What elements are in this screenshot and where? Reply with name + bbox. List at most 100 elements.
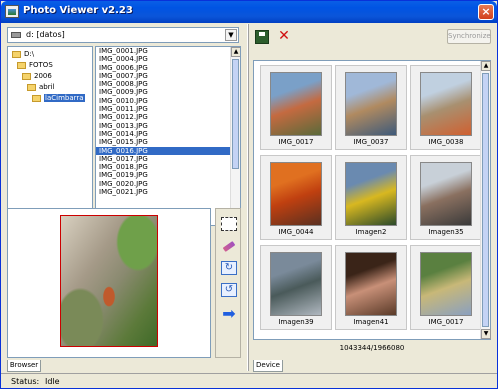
file-list-item[interactable]: IMG_0016.JPG [96, 146, 231, 155]
file-list-item[interactable]: IMG_0011.JPG [96, 105, 231, 113]
tab-browser[interactable]: Browser [7, 360, 41, 372]
folder-icon [32, 94, 41, 102]
thumbnail-label: IMG_0044 [278, 228, 314, 236]
thumbnail-image [345, 162, 397, 226]
tree-item[interactable]: 2006 [22, 72, 52, 82]
thumbnail-label: Imagen35 [428, 228, 464, 236]
thumbnail-image [270, 72, 322, 136]
file-list-item[interactable]: IMG_0012.JPG [96, 113, 231, 121]
close-icon: × [481, 5, 491, 18]
thumbnail-image [270, 162, 322, 226]
thumbnail-card[interactable]: IMG_0037 [335, 65, 407, 150]
thumbnail-label: IMG_0017 [278, 138, 314, 146]
folder-icon [27, 83, 36, 91]
file-list-item[interactable]: IMG_0018.JPG [96, 163, 231, 171]
photo-viewer-app-icon [5, 5, 19, 18]
thumbnail-card[interactable]: Imagen39 [260, 245, 332, 330]
photo-preview-area [7, 208, 211, 358]
folder-icon [22, 72, 31, 80]
tree-item[interactable]: abril [27, 83, 55, 93]
thumbnail-label: Imagen41 [353, 318, 389, 326]
tree-item[interactable]: laCimbarra [32, 94, 85, 104]
thumbnail-card[interactable]: IMG_0044 [260, 155, 332, 240]
tree-item-label: laCimbarra [44, 94, 85, 102]
file-list-item[interactable]: IMG_0006.JPG [96, 64, 231, 72]
file-list-item[interactable]: IMG_0014.JPG [96, 130, 231, 138]
file-list-item[interactable]: IMG_0020.JPG [96, 180, 231, 188]
thumbnail-label: IMG_0037 [353, 138, 389, 146]
thumbnail-label: Imagen2 [355, 228, 387, 236]
photo-preview [60, 215, 158, 347]
file-list-item[interactable]: IMG_0008.JPG [96, 80, 231, 88]
thumbnail-image [270, 252, 322, 316]
thumbnail-image [420, 162, 472, 226]
thumbnail-card[interactable]: Imagen35 [410, 155, 482, 240]
thumbnail-grid: IMG_0017 IMG_0037 IMG_0038 IMG_0044 Imagen2 I… [253, 60, 491, 340]
scroll-down-icon[interactable]: ▼ [481, 329, 491, 339]
thumbnail-card[interactable]: IMG_0017 [410, 245, 482, 330]
folder-icon [12, 50, 21, 58]
file-list-item[interactable]: IMG_0010.JPG [96, 97, 231, 105]
thumbnail-image [420, 252, 472, 316]
title-bar[interactable]: Photo Viewer v2.23 × [1, 1, 497, 23]
thumbnail-card[interactable]: Imagen2 [335, 155, 407, 240]
folder-tree: D:\ FOTOS 2006 abril laCimbarra [7, 46, 93, 226]
tree-item-label: FOTOS [29, 61, 53, 69]
window-title: Photo Viewer v2.23 [23, 5, 133, 16]
scroll-up-icon[interactable]: ▲ [481, 61, 491, 71]
hard-drive-icon [11, 32, 21, 38]
thumbnail-card[interactable]: Imagen41 [335, 245, 407, 330]
file-list-item[interactable]: IMG_0015.JPG [96, 138, 231, 146]
thumbnail-image [345, 252, 397, 316]
file-list-item[interactable]: IMG_0017.JPG [96, 155, 231, 163]
chevron-down-icon[interactable]: ▼ [225, 29, 237, 41]
file-list-items: IMG_0001.JPG IMG_0004.JPG IMG_0006.JPG IMG_… [96, 47, 240, 196]
file-list-scrollbar[interactable]: ▲ ▼ [230, 47, 240, 225]
file-list-item[interactable]: IMG_0013.JPG [96, 122, 231, 130]
save-icon[interactable] [255, 30, 269, 44]
storage-usage: 1043344/1966080 [339, 344, 405, 352]
file-list-item[interactable]: IMG_0009.JPG [96, 88, 231, 96]
crop-select-icon[interactable] [221, 217, 237, 231]
thumbnail-grid-scroll-thumb[interactable] [482, 73, 489, 327]
app-window: Photo Viewer v2.23 × d: [datos] ▼ D:\ FOT… [0, 0, 498, 389]
drive-select[interactable]: d: [datos] ▼ [7, 27, 239, 43]
rotate-clockwise-icon[interactable]: ↻ [221, 261, 237, 275]
thumbnail-label: Imagen39 [278, 318, 314, 326]
file-list-item[interactable]: IMG_0021.JPG [96, 188, 231, 196]
thumbnail-image [420, 72, 472, 136]
file-list-scroll-thumb[interactable] [232, 59, 239, 169]
tree-item-label: 2006 [34, 72, 52, 80]
thumbnail-card[interactable]: IMG_0038 [410, 65, 482, 150]
file-list-item[interactable]: IMG_0007.JPG [96, 72, 231, 80]
tool-column: ↻ ↺ ➡ [215, 208, 241, 358]
file-list-item[interactable]: IMG_0004.JPG [96, 55, 231, 63]
tree-item-label: abril [39, 83, 55, 91]
thumbnail-label: IMG_0017 [428, 318, 464, 326]
status-value: Idle [45, 377, 60, 386]
tree-item-label: D:\ [24, 50, 35, 58]
send-to-device-arrow-icon[interactable]: ➡ [221, 306, 237, 322]
tree-item[interactable]: FOTOS [17, 61, 53, 71]
tree-item[interactable]: D:\ [12, 50, 34, 60]
drive-select-value: d: [datos] [26, 30, 65, 39]
thumbnail-card[interactable]: IMG_0017 [260, 65, 332, 150]
status-label: Status: [11, 377, 40, 386]
thumbnail-label: IMG_0038 [428, 138, 464, 146]
eraser-icon[interactable] [221, 239, 237, 253]
status-bar: Status: Idle [1, 373, 497, 388]
folder-icon [17, 61, 26, 69]
file-list-item[interactable]: IMG_0019.JPG [96, 171, 231, 179]
thumbnail-grid-scrollbar[interactable]: ▲ ▼ [480, 61, 491, 339]
delete-icon[interactable]: ✕ [277, 29, 291, 44]
tab-device[interactable]: Device [253, 360, 283, 372]
browser-panel: d: [datos] ▼ D:\ FOTOS 2006 abril laCimbarra… [3, 24, 247, 372]
thumbnail-image [345, 72, 397, 136]
synchronize-button[interactable]: Synchronize [447, 29, 491, 44]
device-panel: ✕ Synchronize IMG_0017 IMG_0037 IMG_0038 IM… [249, 24, 495, 372]
rotate-counterclockwise-icon[interactable]: ↺ [221, 283, 237, 297]
file-list: IMG_0001.JPG IMG_0004.JPG IMG_0006.JPG IMG_… [95, 46, 241, 226]
file-list-item[interactable]: IMG_0001.JPG [96, 47, 231, 55]
scroll-up-icon[interactable]: ▲ [231, 47, 240, 57]
close-button[interactable]: × [478, 4, 494, 20]
